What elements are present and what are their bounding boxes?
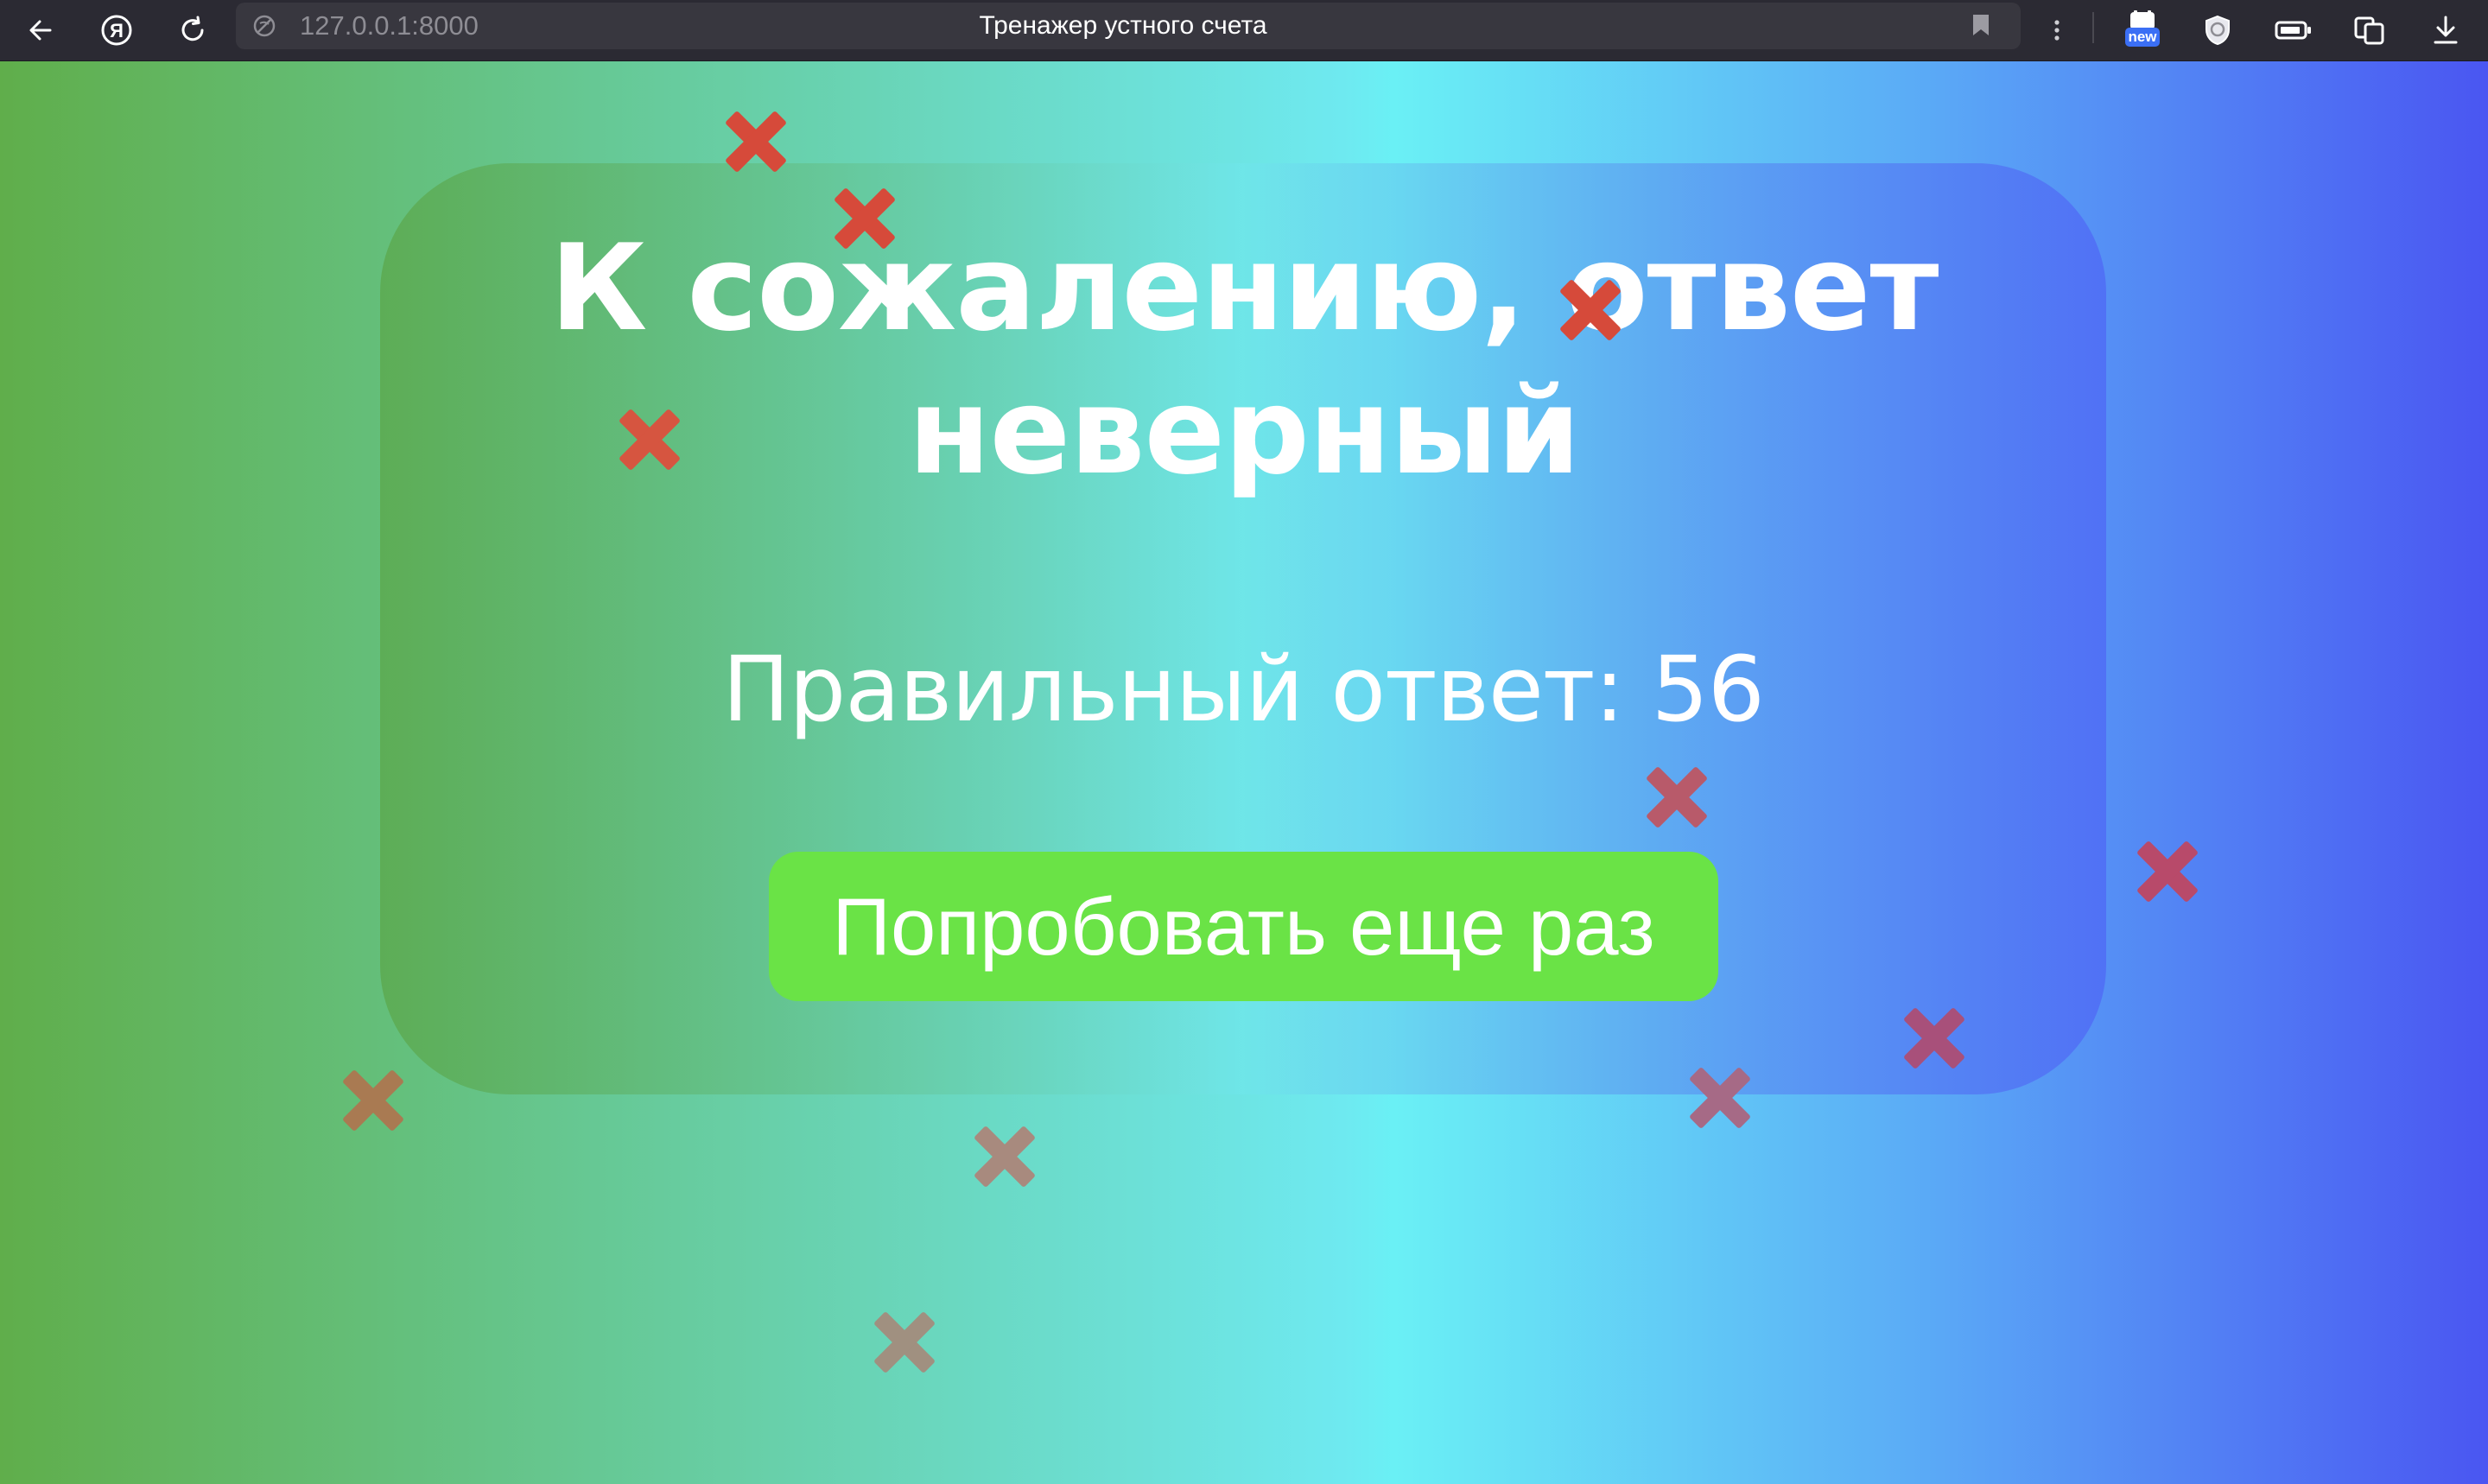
- cross-icon: [1683, 1061, 1757, 1135]
- result-heading-line1: К сожалению, ответ: [549, 219, 1939, 358]
- battery-icon: [2275, 21, 2311, 40]
- new-badge: new: [2125, 28, 2160, 47]
- yandex-logo-icon: Я: [101, 15, 132, 46]
- retry-button[interactable]: Попробовать еще раз: [769, 852, 1718, 1001]
- protect-button[interactable]: [2194, 7, 2241, 54]
- download-icon: [2434, 16, 2458, 44]
- cross-icon: [336, 1063, 410, 1138]
- address-bar[interactable]: 127.0.0.1:8000: [236, 3, 2021, 49]
- url-text[interactable]: 127.0.0.1:8000: [300, 3, 479, 49]
- yandex-home-button[interactable]: Я: [93, 7, 140, 54]
- reload-icon: [181, 16, 204, 41]
- collections-icon: [2354, 16, 2384, 45]
- tabs-collections-button[interactable]: [2346, 7, 2393, 54]
- cross-icon: [2130, 834, 2205, 909]
- battery-saver-button[interactable]: [2270, 7, 2317, 54]
- arrow-left-icon: [29, 20, 52, 41]
- reload-button[interactable]: [169, 7, 216, 54]
- cross-icon: [1553, 273, 1628, 347]
- more-menu-button[interactable]: [2034, 7, 2080, 54]
- cross-icon: [1640, 760, 1714, 834]
- shield-icon: [2206, 15, 2230, 46]
- extension-new-button[interactable]: new: [2117, 7, 2168, 54]
- page-background: К сожалению, ответ неверный Правильный о…: [0, 61, 2488, 1484]
- back-button[interactable]: [17, 7, 64, 54]
- toolbar-separator: [2092, 12, 2094, 43]
- cross-icon: [828, 181, 902, 256]
- browser-toolbar: Я 127.0.0.1:8000 Тренажер устного счета: [0, 0, 2488, 61]
- bookmark-icon: [1973, 15, 1989, 35]
- downloads-button[interactable]: [2422, 7, 2469, 54]
- correct-answer-text: Правильный ответ: 56: [722, 637, 1765, 742]
- vertical-dots-icon: [2054, 20, 2060, 41]
- cross-icon: [1897, 1001, 1971, 1075]
- cross-icon: [867, 1305, 942, 1379]
- connection-info-icon[interactable]: [251, 13, 277, 39]
- cross-icon: [719, 105, 793, 179]
- cross-icon: [612, 403, 687, 477]
- cross-icon: [968, 1119, 1042, 1194]
- svg-text:Я: Я: [110, 20, 124, 41]
- bookmark-button[interactable]: [1961, 5, 2001, 45]
